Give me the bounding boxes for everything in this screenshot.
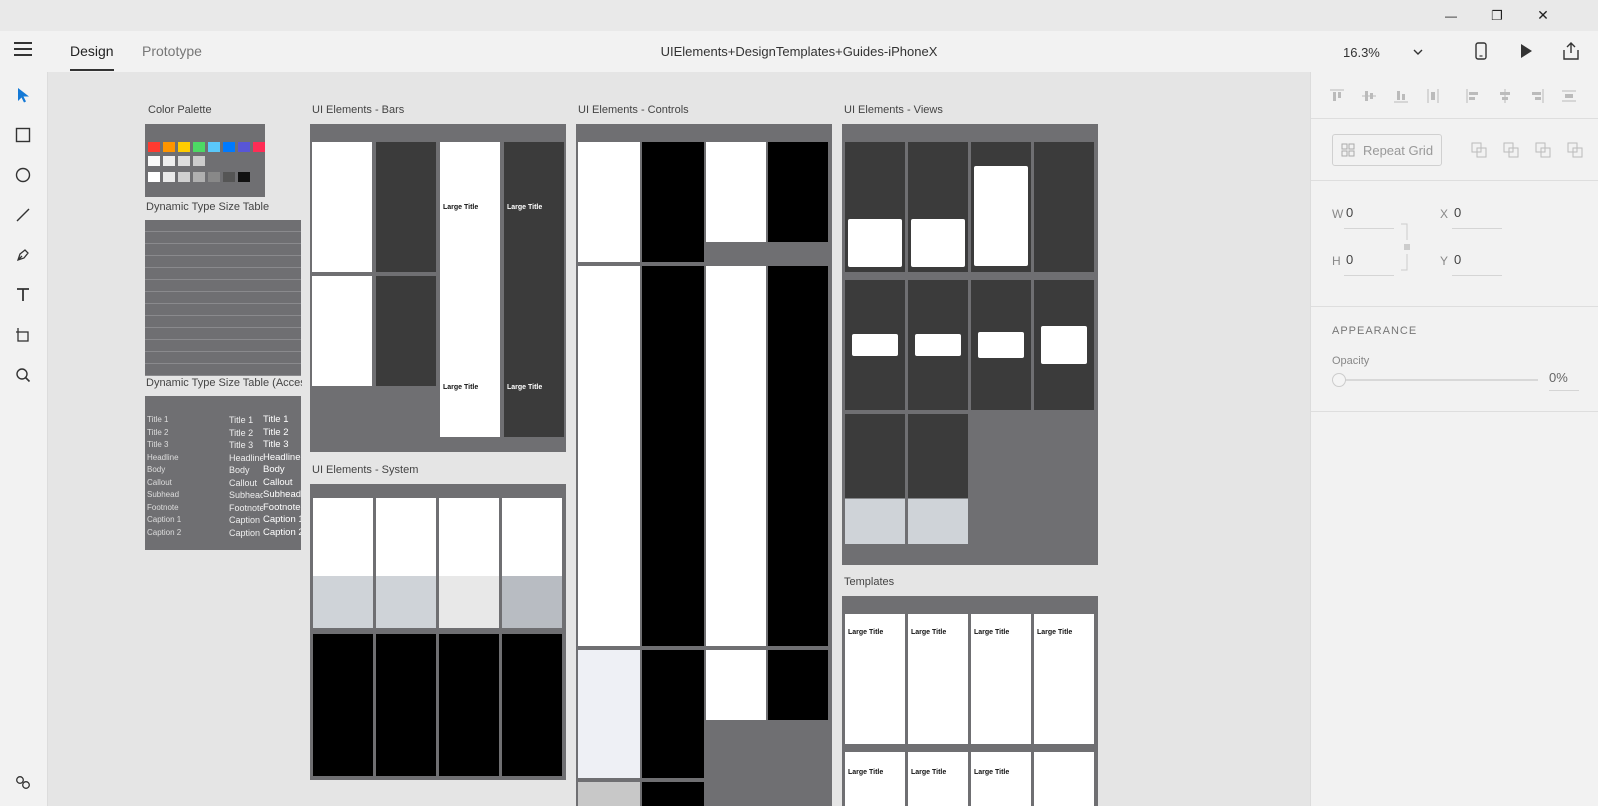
opacity-label: Opacity bbox=[1332, 355, 1370, 367]
restore-button[interactable]: ❐ bbox=[1474, 0, 1520, 31]
large-title-text: Large Title bbox=[974, 769, 1010, 776]
align-right-icon[interactable] bbox=[1529, 88, 1545, 104]
height-label: H bbox=[1332, 254, 1341, 268]
type-styles-col-small: Title 1 Title 2 Title 3 Headline Body Callout… bbox=[147, 415, 182, 537]
line-icon[interactable] bbox=[11, 203, 35, 227]
type-styles-col-medium: Title 1 Title 2 Title 3 Headline Body Callout… bbox=[229, 415, 263, 538]
pen-icon[interactable] bbox=[11, 243, 35, 267]
minimize-button[interactable]: — bbox=[1428, 0, 1474, 31]
large-title-text: Large Title bbox=[848, 769, 884, 776]
type-styles-col-large: Title 1 Title 2 Title 3 Headline Body Callout… bbox=[263, 414, 301, 538]
color-swatch bbox=[208, 142, 220, 152]
appearance-title: APPEARANCE bbox=[1332, 325, 1418, 337]
artboard-views[interactable] bbox=[842, 124, 1098, 565]
share-icon[interactable] bbox=[1560, 40, 1582, 62]
artboard-system[interactable] bbox=[310, 484, 566, 780]
artboard-color-palette[interactable] bbox=[145, 124, 265, 197]
large-title-text: Large Title bbox=[974, 629, 1010, 636]
property-inspector: Repeat Grid W 0 X 0 H 0 Y 0 APPEARANCE O… bbox=[1310, 72, 1598, 806]
color-swatch bbox=[163, 142, 175, 152]
large-title-text: Large Title bbox=[443, 204, 479, 211]
close-icon: ✕ bbox=[1537, 7, 1549, 23]
artboard-templates[interactable]: Large Title Large Title Large Title Larg… bbox=[842, 596, 1098, 806]
large-title-text: Large Title bbox=[507, 204, 543, 211]
minimize-icon: — bbox=[1445, 8, 1457, 23]
large-title-text: Large Title bbox=[507, 384, 543, 391]
large-title-text: Large Title bbox=[1037, 629, 1073, 636]
width-input[interactable]: 0 bbox=[1346, 205, 1353, 220]
artboard-label-bars[interactable]: UI Elements - Bars bbox=[312, 104, 404, 116]
y-label: Y bbox=[1440, 254, 1449, 268]
color-swatch bbox=[193, 142, 205, 152]
align-bottom-icon[interactable] bbox=[1393, 88, 1409, 104]
artboard-controls[interactable] bbox=[576, 124, 832, 806]
large-title-text: Large Title bbox=[911, 769, 947, 776]
align-middle-icon[interactable] bbox=[1361, 88, 1377, 104]
design-canvas[interactable]: Color Palette Dynamic Type Size Table Dy… bbox=[48, 72, 1310, 806]
distribute-horizontal-icon[interactable] bbox=[1561, 88, 1577, 104]
opacity-slider-handle[interactable] bbox=[1332, 373, 1346, 387]
device-preview-icon[interactable] bbox=[1470, 40, 1492, 62]
opacity-value[interactable]: 0% bbox=[1549, 370, 1568, 385]
distribute-vertical-icon[interactable] bbox=[1425, 88, 1441, 104]
repeat-grid-icon bbox=[1341, 143, 1355, 157]
boolean-subtract-icon[interactable] bbox=[1503, 142, 1519, 158]
plugins-icon[interactable] bbox=[11, 770, 35, 794]
large-title-text: Large Title bbox=[848, 629, 884, 636]
x-input[interactable]: 0 bbox=[1454, 205, 1461, 220]
align-center-icon[interactable] bbox=[1497, 88, 1513, 104]
artboard-label-color-palette[interactable]: Color Palette bbox=[148, 104, 212, 116]
y-input[interactable]: 0 bbox=[1454, 252, 1461, 267]
artboard-bars[interactable]: Large Title Large Title Large Title Larg… bbox=[310, 124, 566, 452]
artboard-dynamic-type-accessibility[interactable]: Title 1 Title 2 Title 3 Headline Body Callout… bbox=[145, 396, 301, 550]
artboard-label-dynamic-type-accessibility[interactable]: Dynamic Type Size Table (Accessibility) bbox=[146, 377, 302, 389]
align-top-icon[interactable] bbox=[1329, 88, 1345, 104]
color-swatches bbox=[148, 142, 265, 152]
large-title-text: Large Title bbox=[443, 384, 479, 391]
text-icon[interactable] bbox=[11, 283, 35, 307]
boolean-exclude-icon[interactable] bbox=[1567, 142, 1583, 158]
zoom-icon[interactable] bbox=[11, 363, 35, 387]
play-icon[interactable] bbox=[1515, 40, 1537, 62]
color-swatch bbox=[148, 142, 160, 152]
boolean-intersect-icon[interactable] bbox=[1535, 142, 1551, 158]
app-toolbar: Design Prototype UIElements+DesignTempla… bbox=[0, 31, 1598, 73]
chevron-down-icon bbox=[1413, 49, 1423, 55]
restore-icon: ❐ bbox=[1491, 7, 1503, 23]
large-title-text: Large Title bbox=[911, 629, 947, 636]
rectangle-icon[interactable] bbox=[11, 123, 35, 147]
color-swatch bbox=[253, 142, 265, 152]
repeat-grid-label: Repeat Grid bbox=[1362, 142, 1434, 158]
opacity-slider[interactable] bbox=[1332, 372, 1538, 388]
align-left-icon[interactable] bbox=[1465, 88, 1481, 104]
artboard-icon[interactable] bbox=[11, 323, 35, 347]
artboard-label-dynamic-type[interactable]: Dynamic Type Size Table bbox=[146, 201, 269, 213]
artboard-label-controls[interactable]: UI Elements - Controls bbox=[578, 104, 689, 116]
repeat-grid-button[interactable]: Repeat Grid bbox=[1332, 134, 1442, 166]
artboard-dynamic-type[interactable] bbox=[145, 220, 301, 376]
tools-sidebar bbox=[0, 72, 48, 806]
ellipse-icon[interactable] bbox=[11, 163, 35, 187]
zoom-dropdown[interactable]: 16.3% bbox=[1343, 42, 1423, 62]
color-swatch bbox=[178, 142, 190, 152]
artboard-label-views[interactable]: UI Elements - Views bbox=[844, 104, 943, 116]
artboard-label-system[interactable]: UI Elements - System bbox=[312, 464, 418, 476]
color-swatch bbox=[223, 142, 235, 152]
artboard-label-templates[interactable]: Templates bbox=[844, 576, 894, 588]
boolean-add-icon[interactable] bbox=[1471, 142, 1487, 158]
width-label: W bbox=[1332, 207, 1344, 221]
height-input[interactable]: 0 bbox=[1346, 252, 1353, 267]
window-titlebar: — ❐ ✕ bbox=[0, 0, 1598, 31]
lock-aspect-icon[interactable] bbox=[1399, 222, 1413, 272]
zoom-value: 16.3% bbox=[1343, 44, 1380, 60]
close-button[interactable]: ✕ bbox=[1520, 0, 1566, 31]
select-icon[interactable] bbox=[11, 83, 35, 107]
color-swatch bbox=[238, 142, 250, 152]
x-label: X bbox=[1440, 207, 1449, 221]
